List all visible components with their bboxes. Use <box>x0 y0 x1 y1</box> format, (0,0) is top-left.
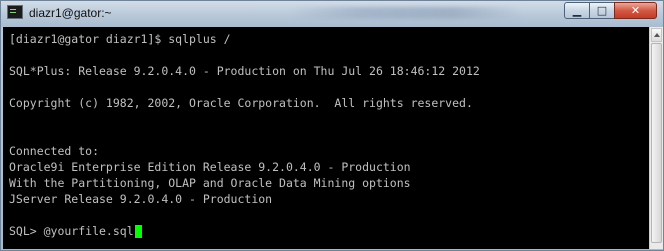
blurred-region <box>291 7 521 19</box>
terminal-lines: [diazr1@gator diazr1]$ sqlplus / SQL*Plu… <box>9 31 480 239</box>
minimize-icon: ▁ <box>572 4 582 17</box>
terminal-icon[interactable] <box>7 5 23 19</box>
title-bar[interactable]: diazr1@gator:~ ▁ □ ✕ <box>1 1 663 27</box>
vertical-scrollbar[interactable] <box>649 27 663 249</box>
minimize-button[interactable]: ▁ <box>564 2 590 19</box>
close-button[interactable]: ✕ <box>614 2 657 19</box>
terminal-line: JServer Release 9.2.0.4.0 - Production <box>9 192 273 206</box>
terminal-output[interactable]: [diazr1@gator diazr1]$ sqlplus / SQL*Plu… <box>3 27 649 249</box>
maximize-button[interactable]: □ <box>589 2 615 19</box>
terminal-line: SQL*Plus: Release 9.2.0.4.0 - Production… <box>9 64 480 78</box>
command-prompt[interactable]: SQL> @yourfile.sql <box>9 223 480 239</box>
terminal-line: Oracle9i Enterprise Edition Release 9.2.… <box>9 160 411 174</box>
terminal-window: diazr1@gator:~ ▁ □ ✕ [diazr1@gator diazr… <box>0 0 664 251</box>
window-title: diazr1@gator:~ <box>29 6 112 20</box>
terminal-line: With the Partitioning, OLAP and Oracle D… <box>9 176 411 190</box>
scrollbar-thumb[interactable] <box>651 43 662 243</box>
close-icon: ✕ <box>630 4 641 17</box>
terminal-line: Copyright (c) 1982, 2002, Oracle Corpora… <box>9 96 473 110</box>
text-cursor <box>134 224 142 238</box>
maximize-icon: □ <box>596 4 608 17</box>
terminal-line: [diazr1@gator diazr1]$ sqlplus / <box>9 32 231 46</box>
terminal-line: Connected to: <box>9 144 100 158</box>
window-controls: ▁ □ ✕ <box>564 2 657 20</box>
scroll-up-button[interactable] <box>651 28 662 42</box>
prompt-text: SQL> @yourfile.sql <box>9 224 134 238</box>
arrow-up-icon <box>653 33 660 37</box>
